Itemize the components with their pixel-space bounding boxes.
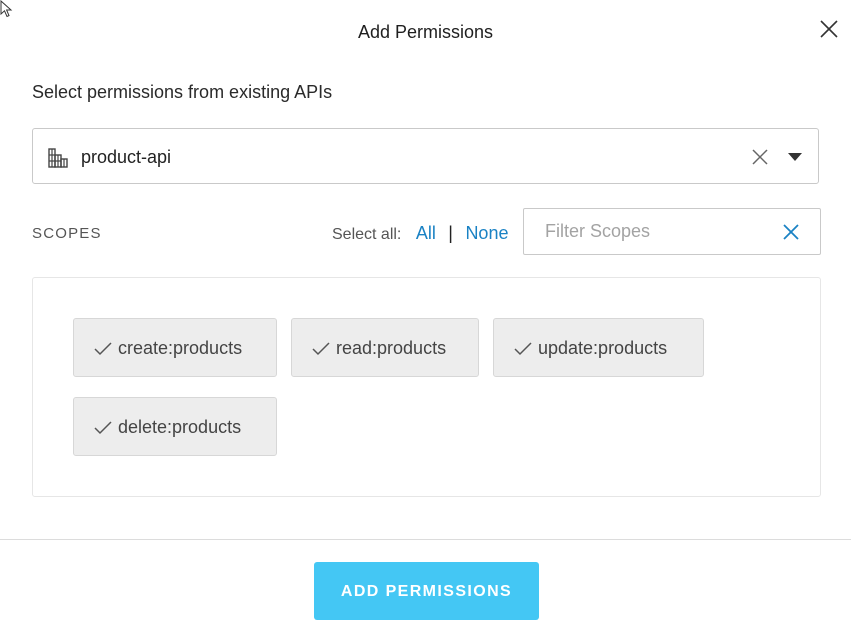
scope-label: update:products (538, 338, 668, 358)
add-permissions-button[interactable]: ADD PERMISSIONS (314, 562, 539, 620)
caret-down-icon[interactable] (787, 152, 803, 162)
filter-scopes-input[interactable] (524, 209, 774, 254)
selected-api-value: product-api (81, 147, 172, 167)
select-none-link[interactable]: None (465, 223, 508, 243)
scope-label: delete:products (118, 417, 242, 437)
scope-chip-update-products[interactable]: update:products (493, 318, 704, 377)
scope-label: create:products (118, 338, 243, 358)
select-separator: | (448, 223, 453, 243)
filter-scopes-field (523, 208, 821, 255)
api-select[interactable]: product-api (32, 128, 819, 184)
footer-divider (0, 539, 851, 540)
close-icon[interactable] (818, 18, 840, 40)
checkmark-icon (94, 342, 112, 356)
checkmark-icon (94, 421, 112, 435)
scope-chip-read-products[interactable]: read:products (291, 318, 479, 377)
scope-label: read:products (336, 338, 447, 358)
scopes-heading: SCOPES (32, 225, 102, 242)
clear-filter-icon[interactable] (782, 223, 800, 241)
building-icon (48, 148, 68, 168)
select-all-label: Select all: (332, 226, 402, 243)
scope-chip-create-products[interactable]: create:products (73, 318, 277, 377)
scopes-panel: create:products read:products update:pro… (32, 277, 821, 497)
clear-selection-icon[interactable] (751, 148, 769, 166)
select-all-controls: Select all: All | None (332, 221, 508, 247)
checkmark-icon (312, 342, 330, 356)
select-all-link[interactable]: All (416, 223, 436, 243)
scope-chip-delete-products[interactable]: delete:products (73, 397, 277, 456)
checkmark-icon (514, 342, 532, 356)
mouse-cursor-icon (0, 0, 13, 18)
api-section-label: Select permissions from existing APIs (32, 82, 333, 102)
dialog-title: Add Permissions (357, 22, 494, 42)
